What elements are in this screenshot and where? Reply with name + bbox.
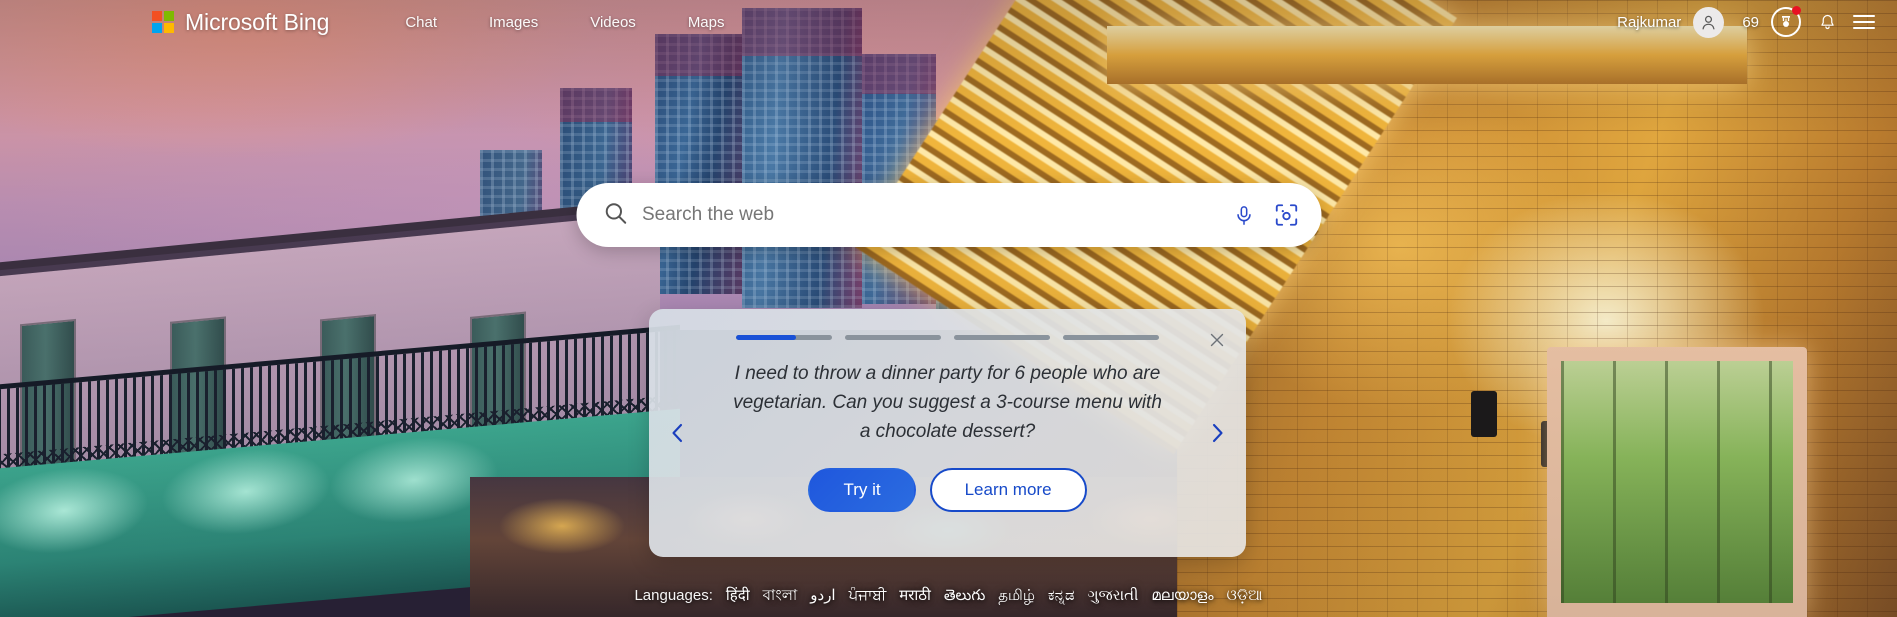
language-bar: Languages: हिंदी বাংলা اردو ਪੰਜਾਬੀ मराठी…	[0, 584, 1897, 609]
skyline-tower	[655, 34, 743, 294]
notification-dot	[1792, 6, 1801, 15]
try-it-button[interactable]: Try it	[808, 467, 916, 512]
nav-item-videos[interactable]: Videos	[590, 14, 636, 31]
visual-search-camera-icon	[1275, 204, 1297, 226]
person-icon	[1702, 15, 1715, 29]
hamburger-menu-button[interactable]	[1853, 15, 1875, 29]
language-link-hindi[interactable]: हिंदी	[726, 585, 750, 605]
nav-item-chat[interactable]: Chat	[405, 14, 437, 31]
microphone-icon	[1236, 205, 1251, 225]
search-magnifier-icon	[602, 200, 628, 231]
lit-window	[1547, 347, 1807, 617]
search-input[interactable]	[642, 204, 1232, 226]
nav-item-images[interactable]: Images	[489, 14, 538, 31]
bell-icon	[1820, 14, 1834, 29]
language-bar-label: Languages:	[634, 587, 713, 604]
rewards-points-count: 69	[1742, 13, 1759, 31]
rewards-button[interactable]	[1771, 6, 1801, 37]
wall-sconce	[1471, 391, 1497, 437]
progress-segment[interactable]	[954, 335, 1050, 340]
language-link-odia[interactable]: ଓଡ଼ିଆ	[1227, 587, 1263, 604]
hamburger-menu-icon	[1853, 15, 1875, 17]
close-card-button[interactable]	[1206, 329, 1228, 351]
primary-nav: Chat Images Videos Maps	[405, 14, 724, 31]
language-link-urdu[interactable]: اردو	[810, 586, 835, 604]
language-link-bengali[interactable]: বাংলা	[763, 584, 798, 609]
promo-card-actions: Try it Learn more	[808, 467, 1087, 512]
rewards-medal-icon	[1782, 16, 1790, 27]
site-header: Microsoft Bing Chat Images Videos Maps R…	[0, 0, 1897, 44]
language-link-marathi[interactable]: मराठी	[899, 585, 931, 605]
chevron-left-icon	[672, 423, 683, 443]
language-link-malayalam[interactable]: മലയാളം	[1151, 587, 1213, 604]
search-form	[576, 183, 1321, 247]
bing-homepage: Microsoft Bing Chat Images Videos Maps R…	[0, 0, 1897, 617]
search-area	[576, 183, 1321, 247]
avatar[interactable]	[1693, 6, 1725, 38]
brand-title: Microsoft Bing	[185, 8, 330, 35]
carousel-prev-button[interactable]	[663, 418, 693, 448]
progress-segment[interactable]	[1063, 335, 1159, 340]
learn-more-button[interactable]: Learn more	[929, 467, 1087, 512]
microsoft-logo-icon	[152, 11, 174, 33]
chevron-right-icon	[1212, 423, 1223, 443]
language-link-telugu[interactable]: తెలుగు	[944, 587, 985, 608]
language-link-gujarati[interactable]: ગુજરાતી	[1088, 587, 1139, 604]
search-actions	[1232, 202, 1299, 228]
progress-segment[interactable]	[845, 335, 941, 340]
language-link-punjabi[interactable]: ਪੰਜਾਬੀ	[849, 587, 887, 604]
close-x-icon	[1210, 333, 1224, 347]
copilot-promo-card: I need to throw a dinner party for 6 peo…	[649, 309, 1246, 557]
carousel-next-button[interactable]	[1202, 418, 1232, 448]
account-area: Rajkumar 69	[1617, 6, 1875, 38]
promo-prompt-text: I need to throw a dinner party for 6 peo…	[733, 363, 1162, 442]
language-link-tamil[interactable]: தமிழ்	[998, 587, 1035, 606]
visual-search-button[interactable]	[1273, 202, 1299, 228]
microphone-button[interactable]	[1232, 204, 1255, 227]
bing-logo-link[interactable]: Microsoft Bing	[152, 9, 329, 36]
carousel-progress	[736, 335, 1159, 340]
skyline-tower	[742, 8, 862, 308]
nav-item-maps[interactable]: Maps	[688, 14, 725, 31]
notifications-button[interactable]	[1813, 8, 1841, 36]
language-link-kannada[interactable]: ಕನ್ನಡ	[1048, 587, 1075, 604]
account-username: Rajkumar	[1617, 13, 1682, 31]
progress-segment[interactable]	[736, 335, 832, 340]
